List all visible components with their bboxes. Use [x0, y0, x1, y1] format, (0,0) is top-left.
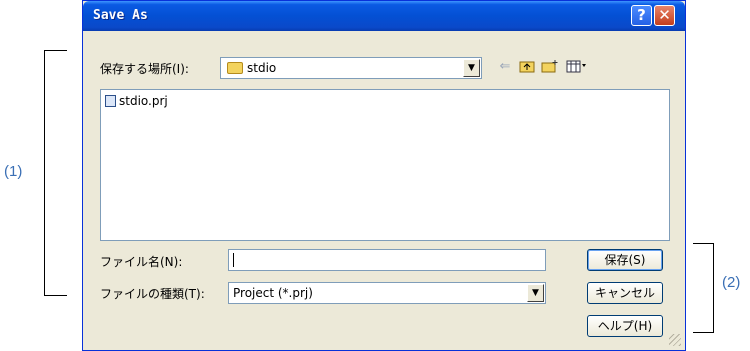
save-in-dropdown[interactable]: stdio ▼	[220, 57, 482, 79]
chevron-down-icon[interactable]: ▼	[527, 284, 544, 302]
file-name-label: ファイル名(N):	[100, 255, 183, 269]
file-type-value: Project (*.prj)	[233, 286, 313, 300]
bracket-2	[693, 243, 714, 333]
list-item[interactable]: stdio.prj	[105, 94, 168, 108]
bracket-1	[44, 50, 67, 296]
folder-icon	[227, 62, 243, 74]
file-type-label: ファイルの種類(T):	[100, 287, 205, 301]
save-as-dialog: Save As ? ✕ 保存する場所(I): stdio ▼ ⇐ stdio.p…	[82, 0, 686, 351]
resize-grip[interactable]	[669, 334, 681, 346]
cancel-button[interactable]: キャンセル	[587, 282, 663, 304]
back-icon[interactable]: ⇐	[496, 59, 514, 75]
dialog-title: Save As	[93, 8, 148, 23]
help-title-button[interactable]: ?	[631, 5, 652, 26]
close-button[interactable]: ✕	[654, 5, 675, 26]
project-file-icon	[105, 95, 116, 107]
save-in-value: stdio	[247, 61, 277, 75]
chevron-down-icon[interactable]: ▼	[463, 59, 480, 77]
annotation-2: (2)	[722, 274, 741, 291]
file-item-label: stdio.prj	[119, 94, 168, 108]
save-button[interactable]: 保存(S)	[587, 249, 663, 271]
up-folder-icon[interactable]	[518, 59, 536, 75]
file-name-input[interactable]	[228, 249, 546, 271]
help-button[interactable]: ヘルプ(H)	[587, 315, 663, 337]
file-list[interactable]: stdio.prj	[100, 89, 670, 241]
title-bar: Save As ? ✕	[83, 1, 685, 31]
new-folder-icon[interactable]	[541, 59, 559, 75]
view-menu-icon[interactable]	[565, 59, 589, 75]
save-in-label: 保存する場所(I):	[100, 62, 189, 76]
text-cursor	[233, 253, 234, 267]
file-type-dropdown[interactable]: Project (*.prj) ▼	[228, 282, 546, 304]
annotation-1: (1)	[4, 163, 23, 180]
